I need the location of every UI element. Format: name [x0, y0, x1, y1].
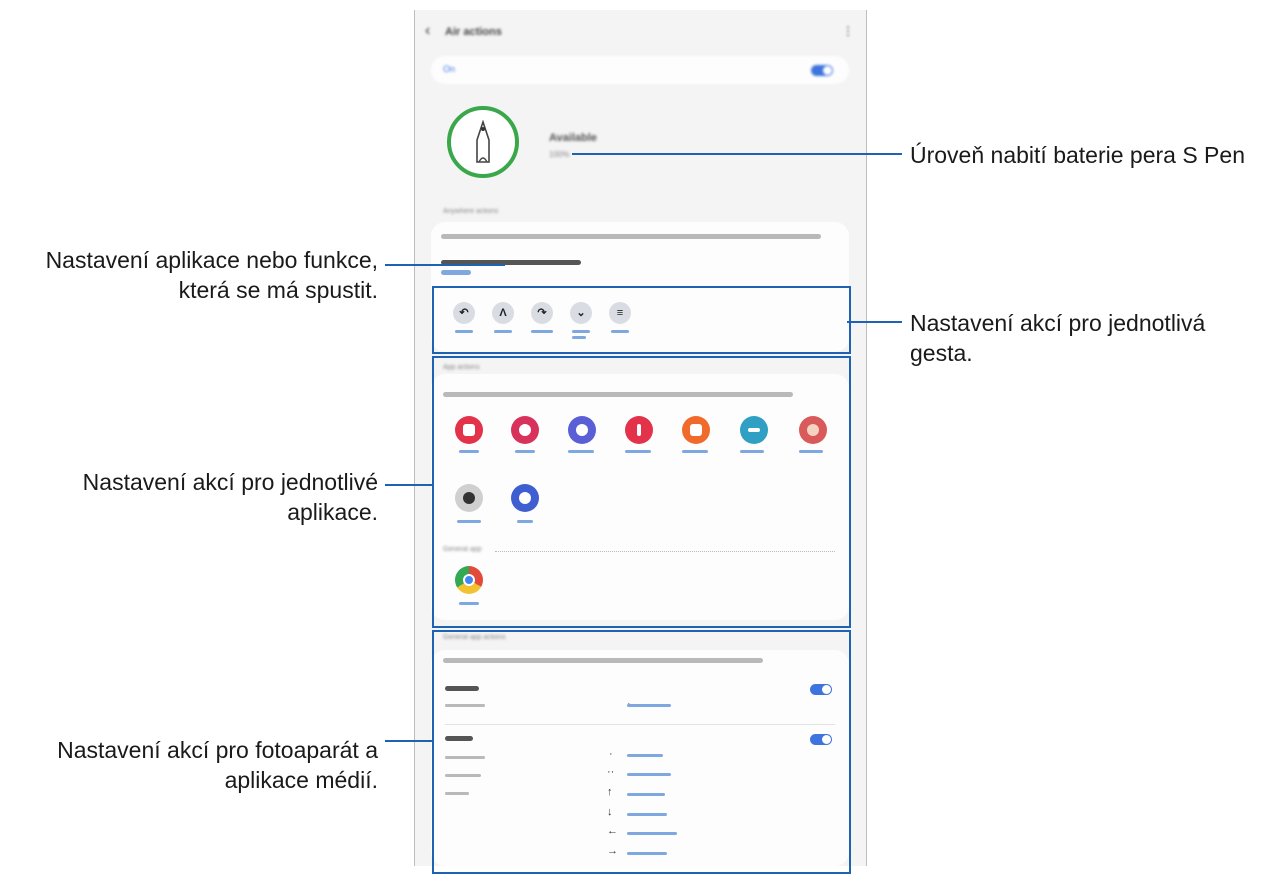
gestures-callout-line1: Nastavení akcí pro jednotlivá	[910, 310, 1206, 336]
app-function-callout-label: Nastavení aplikace nebo funkce, která se…	[0, 245, 378, 305]
app-function-callout-line1: Nastavení aplikace nebo funkce,	[45, 247, 378, 273]
battery-ring	[447, 106, 519, 178]
shortcut-value[interactable]	[441, 270, 471, 275]
description-text	[441, 234, 821, 239]
apps-callout-line1: Nastavení akcí pro jednotlivé	[82, 469, 378, 495]
camera-media-callout-line	[385, 740, 432, 742]
battery-status: Available	[549, 132, 597, 144]
camera-media-highlight-box	[432, 630, 851, 874]
gestures-callout-label: Nastavení akcí pro jednotlivá gesta.	[910, 308, 1205, 368]
app-function-callout-line2: která se má spustit.	[178, 277, 378, 303]
gestures-callout-line	[847, 321, 902, 323]
app-function-callout-line	[385, 264, 505, 266]
master-switch-label: On	[443, 64, 456, 74]
back-arrow-icon[interactable]: ‹	[425, 22, 430, 40]
app-bar: ‹ Air actions ⋮	[415, 18, 866, 48]
camera-media-callout-line1: Nastavení akcí pro fotoaparát a	[57, 737, 378, 763]
apps-callout-line	[385, 484, 432, 486]
battery-callout-label: Úroveň nabití baterie pera S Pen	[910, 142, 1245, 168]
screen-title: Air actions	[445, 26, 502, 38]
battery-level: 100%	[549, 150, 570, 159]
camera-media-callout-line2: aplikace médií.	[224, 767, 378, 793]
apps-highlight-box	[432, 356, 851, 628]
camera-media-callout-label: Nastavení akcí pro fotoaparát a aplikace…	[0, 735, 378, 795]
more-options-icon[interactable]: ⋮	[842, 24, 854, 38]
master-switch-row[interactable]: On	[431, 56, 849, 84]
master-toggle[interactable]	[811, 65, 833, 76]
gestures-callout-line2: gesta.	[910, 340, 973, 366]
anywhere-section-header: Anywhere actions	[443, 208, 499, 215]
apps-callout-label: Nastavení akcí pro jednotlivé aplikace.	[0, 467, 378, 527]
s-pen-icon	[476, 120, 490, 163]
apps-callout-line2: aplikace.	[287, 499, 378, 525]
gestures-highlight-box	[432, 286, 851, 354]
battery-callout-line	[572, 153, 902, 155]
